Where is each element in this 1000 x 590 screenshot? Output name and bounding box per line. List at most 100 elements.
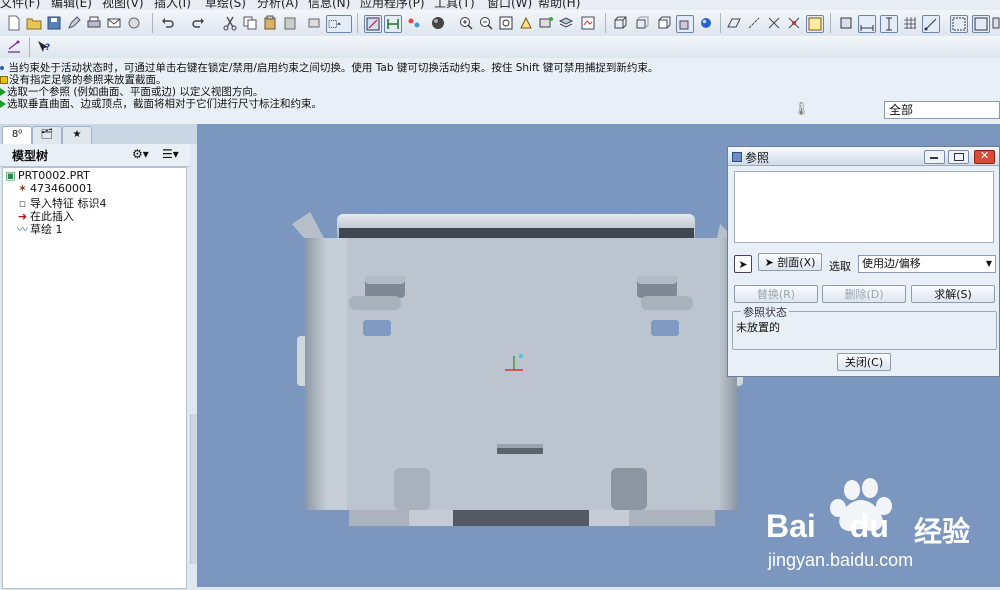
- layers-icon[interactable]: [558, 15, 574, 31]
- minimize-button[interactable]: [924, 150, 945, 164]
- datum-axis-icon[interactable]: [746, 15, 762, 31]
- display-constraints-icon[interactable]: [406, 15, 422, 31]
- menu-tools[interactable]: 工具(T): [434, 0, 475, 10]
- hidden-line-icon[interactable]: [634, 15, 650, 31]
- datum-plane-icon[interactable]: [726, 15, 742, 31]
- solve-button[interactable]: 求解(S): [911, 285, 995, 303]
- tree-columns-icon[interactable]: ☰▾: [162, 147, 179, 161]
- paste-special-icon[interactable]: [282, 15, 298, 31]
- tree-item-sketch[interactable]: 〰草绘 1: [17, 221, 63, 237]
- new-icon[interactable]: [6, 15, 22, 31]
- tree-settings-icon[interactable]: ⚙▾: [132, 147, 149, 161]
- separator: [357, 13, 358, 33]
- sketch-view-icon[interactable]: [364, 15, 382, 33]
- menu-applications[interactable]: 应用程序(P): [360, 0, 425, 10]
- sketcher-tools-icon[interactable]: [6, 39, 22, 55]
- zoom-out-icon[interactable]: [478, 15, 494, 31]
- copy-icon[interactable]: [242, 15, 258, 31]
- annotation-icon[interactable]: [806, 15, 824, 33]
- maximize-button[interactable]: [948, 150, 969, 164]
- separator: [152, 13, 153, 33]
- grid-icon[interactable]: [902, 15, 918, 31]
- warning-icon: [0, 76, 8, 84]
- redo-icon[interactable]: [190, 15, 206, 31]
- menu-help[interactable]: 帮助(H): [538, 0, 580, 10]
- select-label: 选取: [829, 260, 851, 273]
- select-box-icon[interactable]: [326, 15, 352, 33]
- dimension-icon[interactable]: [858, 15, 876, 33]
- close-window-button[interactable]: ✕: [974, 149, 995, 164]
- tree-item-part[interactable]: ▣ PRT0002.PRT: [5, 169, 90, 182]
- context-help-icon[interactable]: ?: [36, 39, 52, 55]
- tree-item-csys[interactable]: ✶ 473460001: [17, 182, 93, 195]
- display-dimensions-icon[interactable]: [384, 15, 402, 33]
- watermark-url: jingyan.baidu.com: [768, 550, 914, 570]
- info-bullet-icon: [0, 66, 4, 70]
- navigator-tabs: 8⁰ 🗂 ★: [0, 124, 197, 144]
- delete-button[interactable]: 删除(D): [822, 285, 906, 303]
- edit-icon[interactable]: [66, 15, 82, 31]
- select-mode-dropdown[interactable]: 使用边/偏移 ▼: [858, 255, 996, 273]
- menu-sketch[interactable]: 草绘(S): [205, 0, 246, 10]
- link-icon[interactable]: [126, 15, 142, 31]
- close-button[interactable]: 关闭(C): [837, 353, 891, 371]
- dialog-title: 参照: [745, 151, 770, 165]
- menu-window[interactable]: 窗口(W): [487, 0, 532, 10]
- shading-icon[interactable]: [430, 15, 446, 31]
- watermark-brand: Bai du: [766, 508, 889, 544]
- enhanced-realism-icon[interactable]: [698, 15, 714, 31]
- message-line: 选取垂直曲面、边或顶点，截面将相对于它们进行尺寸标注和约束。: [0, 96, 322, 111]
- reference-status-value: 未放置的: [736, 321, 780, 334]
- regenerate-icon[interactable]: [306, 15, 322, 31]
- folder-browser-tab-icon[interactable]: 🗂: [32, 126, 62, 144]
- wireframe-icon[interactable]: [612, 15, 628, 31]
- dialog-titlebar[interactable]: 参照 ✕: [728, 147, 999, 166]
- menu-view[interactable]: 视图(V): [102, 0, 144, 10]
- zoom-in-icon[interactable]: [458, 15, 474, 31]
- separator: [605, 13, 606, 33]
- references-list[interactable]: [734, 171, 994, 243]
- undo-icon[interactable]: [160, 15, 176, 31]
- menu-file[interactable]: 文件(F): [0, 0, 40, 10]
- overflow-icon[interactable]: [992, 15, 1000, 31]
- vertical-dim-icon[interactable]: [880, 15, 898, 33]
- saved-views-icon[interactable]: [538, 15, 554, 31]
- datum-csys-icon[interactable]: [786, 15, 802, 31]
- refresh-icon[interactable]: [838, 15, 854, 31]
- menu-insert[interactable]: 插入(I): [154, 0, 191, 10]
- replace-button[interactable]: 替换(R): [734, 285, 818, 303]
- vertices-icon[interactable]: [922, 15, 940, 33]
- view-manager-icon[interactable]: [580, 15, 596, 31]
- open-icon[interactable]: [26, 15, 42, 31]
- reference-status-legend: 参照状态: [741, 304, 789, 320]
- close-icon: ✕: [980, 149, 990, 162]
- refit-icon[interactable]: [498, 15, 514, 31]
- select-arrow-button[interactable]: ➤: [734, 255, 752, 273]
- svg-text:?: ?: [45, 43, 50, 53]
- model-tree-tab-icon[interactable]: 8⁰: [2, 126, 32, 144]
- references-dialog: 参照 ✕ ➤ ➤ 剖面(X) 选取 使用边/偏移 ▼ 替换(R) 删除(D) 求解…: [727, 146, 1000, 377]
- select-all-icon[interactable]: [950, 15, 968, 33]
- no-hidden-icon[interactable]: [656, 15, 672, 31]
- save-icon[interactable]: [46, 15, 62, 31]
- pane-splitter[interactable]: [190, 414, 197, 564]
- deselect-icon[interactable]: [972, 15, 990, 33]
- menu-analysis[interactable]: 分析(A): [257, 0, 299, 10]
- print-icon[interactable]: [86, 15, 102, 31]
- model-tree-header: 模型树 ⚙▾ ☰▾: [0, 144, 190, 167]
- menu-info[interactable]: 信息(N): [308, 0, 350, 10]
- selection-filter-select[interactable]: 全部: [884, 101, 1000, 119]
- menu-edit[interactable]: 编辑(E): [51, 0, 92, 10]
- shaded-display-icon[interactable]: [676, 15, 694, 33]
- favorites-tab-icon[interactable]: ★: [62, 126, 92, 144]
- datum-point-icon[interactable]: [766, 15, 782, 31]
- reference-status-group: 参照状态 未放置的: [732, 304, 997, 350]
- reorient-icon[interactable]: [518, 15, 534, 31]
- email-icon[interactable]: [106, 15, 122, 31]
- model-tree: ▣ PRT0002.PRT ✶ 473460001 ▫ 导入特征 标识4 ➜ 在此插入 …: [2, 167, 187, 589]
- paste-icon[interactable]: [262, 15, 278, 31]
- message-area: 当约束处于活动状态时，可通过单击右键在锁定/禁用/启用约束之间切换。使用 Tab…: [0, 58, 1000, 124]
- section-button[interactable]: ➤ 剖面(X): [758, 253, 822, 271]
- secondary-toolbar: ?: [0, 36, 1000, 59]
- cut-icon[interactable]: [222, 15, 238, 31]
